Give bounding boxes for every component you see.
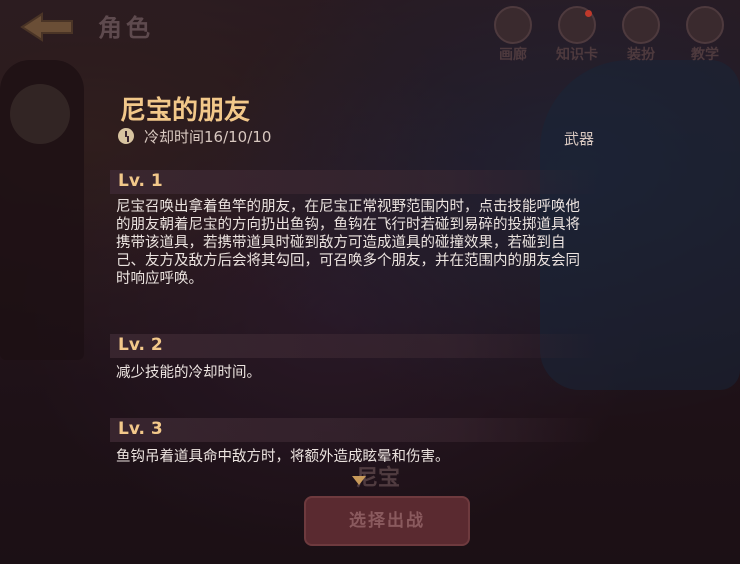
skill-name: 尼宝的朋友 [120,96,251,126]
clock-icon [118,128,134,144]
skill-category: 武器 [563,130,594,148]
level-header-bar [110,170,600,194]
level-header-bar [110,334,600,358]
scroll-down-icon[interactable] [352,476,366,485]
cooldown-text: 冷却时间16/10/10 [144,128,272,146]
level-2-description: 减少技能的冷却时间。 [116,365,261,381]
level-1-label: Lv. 1 [118,171,163,191]
level-header-bar [110,418,600,442]
level-1-description: 尼宝召唤出拿着鱼竿的朋友，在尼宝正常视野范围内时，点击技能呼唤他的朋友朝着尼宝的… [116,199,580,287]
skill-detail-panel: 尼宝的朋友 冷却时间16/10/10 武器 Lv. 1 尼宝召唤出拿着鱼竿的朋友… [0,0,740,564]
level-3-label: Lv. 3 [118,419,163,439]
level-3-description: 鱼钩吊着道具命中敌方时，将额外造成眩晕和伤害。 [116,449,450,465]
level-2-label: Lv. 2 [118,335,163,355]
